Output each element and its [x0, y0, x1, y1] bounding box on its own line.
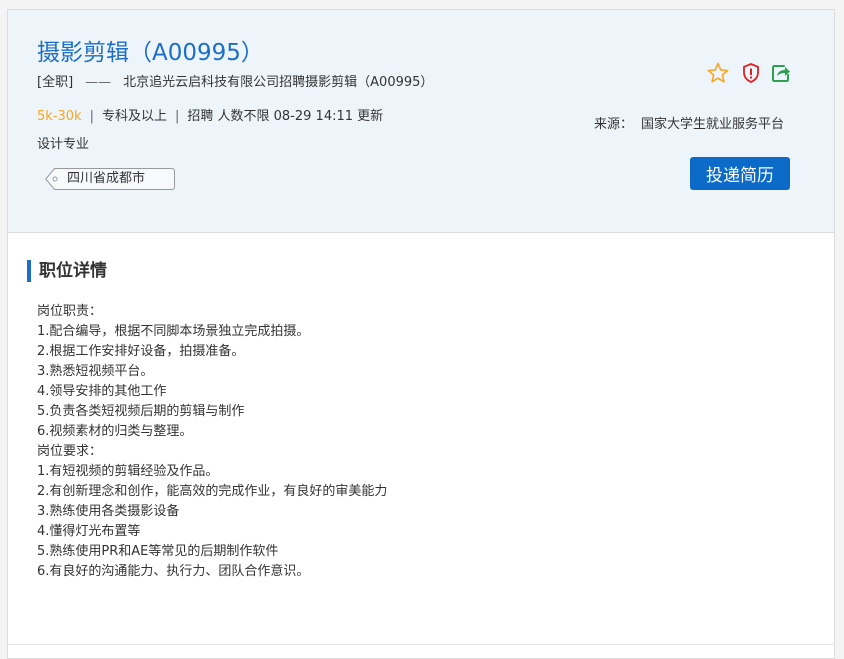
company-line: 北京追光云启科技有限公司招聘摄影剪辑（A00995）	[123, 75, 434, 90]
location-tag: 四川省成都市	[45, 168, 175, 190]
job-title: 摄影剪辑（A00995）	[37, 40, 264, 66]
description-line: 3.熟悉短视频平台。	[37, 364, 154, 379]
headcount: 招聘 人数不限	[187, 109, 270, 124]
job-meta: 5k-30k | 专科及以上 | 招聘 人数不限 08-29 14:11 更新	[37, 108, 383, 126]
share-icon[interactable]	[769, 61, 793, 85]
description-line: 5.负责各类短视频后期的剪辑与制作	[37, 404, 245, 419]
description-line: 1.有短视频的剪辑经验及作品。	[37, 464, 219, 479]
source-value: 国家大学生就业服务平台	[640, 117, 784, 132]
meta-separator: |	[174, 109, 180, 124]
education: 专科及以上	[101, 109, 167, 124]
details-section-title: 职位详情	[27, 260, 107, 282]
description-line: 4.懂得灯光布置等	[37, 524, 141, 539]
location-text: 四川省成都市	[67, 171, 146, 186]
description-line: 岗位要求：	[37, 444, 103, 459]
major: 设计专业	[37, 137, 90, 152]
description-line: 1.配合编导，根据不同脚本场景独立完成拍摄。	[37, 324, 310, 339]
description-line: 2.有创新理念和创作，能高效的完成作业，有良好的审美能力	[37, 484, 388, 499]
job-subline: [全职] —— 北京追光云启科技有限公司招聘摄影剪辑（A00995）	[37, 74, 433, 92]
description-line: 6.视频素材的归类与整理。	[37, 424, 193, 439]
star-icon[interactable]	[706, 61, 730, 85]
description-line: 5.熟练使用PR和AE等常见的后期制作软件	[37, 544, 279, 559]
description-line: 6.有良好的沟通能力、执行力、团队合作意识。	[37, 564, 310, 579]
job-card: 摄影剪辑（A00995） [全职] —— 北京追光云启科技有限公司招聘摄影剪辑（A0…	[7, 9, 835, 659]
description-line: 2.根据工作安排好设备，拍摄准备。	[37, 344, 245, 359]
source-label: 来源：	[593, 117, 633, 132]
divider	[8, 644, 834, 645]
apply-resume-button[interactable]: 投递简历	[690, 157, 790, 190]
description-line: 岗位职责：	[37, 304, 103, 319]
salary: 5k-30k	[37, 109, 82, 124]
job-type: [全职]	[37, 75, 74, 90]
dash-separator: ——	[85, 75, 112, 90]
updated-time: 08-29 14:11 更新	[273, 109, 384, 124]
shield-alert-icon[interactable]	[739, 61, 763, 85]
job-description: 岗位职责： 1.配合编导，根据不同脚本场景独立完成拍摄。 2.根据工作安排好设备，拍…	[37, 302, 387, 582]
description-line: 4.领导安排的其他工作	[37, 384, 167, 399]
source-info: 来源： 国家大学生就业服务平台	[594, 116, 784, 134]
action-icons	[700, 61, 790, 85]
meta-separator: |	[89, 109, 94, 124]
description-line: 3.熟练使用各类摄影设备	[37, 504, 180, 519]
job-header: 摄影剪辑（A00995） [全职] —— 北京追光云启科技有限公司招聘摄影剪辑（A0…	[8, 10, 834, 233]
